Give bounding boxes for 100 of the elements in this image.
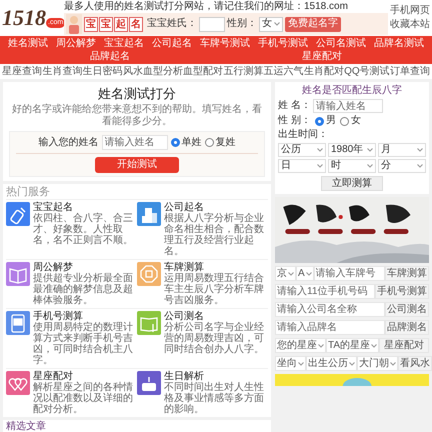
- radio-label: 单姓: [182, 136, 202, 148]
- calculate-button[interactable]: 立即测算: [321, 176, 383, 191]
- service-title[interactable]: 星座配对: [33, 371, 135, 382]
- reading-icon: [137, 311, 161, 335]
- surname-label: 宝宝姓氏：: [147, 18, 197, 30]
- caret-icon: [367, 164, 373, 168]
- subnav-link[interactable]: 生日密码: [82, 65, 123, 78]
- birth-time-label: 出生时间：: [278, 129, 329, 141]
- logo-text[interactable]: 1518: [2, 6, 46, 30]
- subnav-link[interactable]: QQ号测试: [344, 65, 390, 78]
- service-title[interactable]: 手机号测算: [33, 311, 135, 322]
- tool-select[interactable]: TA的星座: [326, 338, 380, 353]
- service-title[interactable]: 车牌测算: [164, 262, 266, 273]
- cake-icon: [137, 371, 161, 395]
- subnav-link[interactable]: 血型分析: [142, 65, 183, 78]
- nav-link[interactable]: 姓名测试: [5, 37, 51, 50]
- nav-link[interactable]: 品牌名测试: [371, 37, 427, 50]
- nav-link[interactable]: 手机号测试: [255, 37, 311, 50]
- nav-link[interactable]: 公司起名: [149, 37, 195, 50]
- nav-link[interactable]: 品牌起名: [87, 50, 133, 63]
- name-field[interactable]: 请输入姓名: [312, 99, 383, 113]
- tool-select[interactable]: 京: [275, 266, 296, 281]
- subnav-link[interactable]: 五行测算: [223, 65, 264, 78]
- header-link[interactable]: 收藏本站: [390, 19, 430, 31]
- tool-button[interactable]: 星座配对: [379, 338, 429, 353]
- radio-button[interactable]: [340, 116, 349, 126]
- caret-icon: [417, 148, 423, 152]
- radio-label: 复姓: [216, 136, 236, 148]
- gender-label: 性 别：: [278, 115, 311, 127]
- caret-icon: [371, 344, 378, 348]
- start-test-button[interactable]: 开始测试: [95, 157, 179, 173]
- name-test-description: 好的名字或许能给您带来意想不到的帮助。填写姓名，看看能得多少分。: [11, 104, 263, 128]
- caret-icon: [367, 148, 373, 152]
- subnav-link[interactable]: 星座查询: [2, 65, 42, 78]
- subnav-link[interactable]: 血型配对: [183, 65, 224, 78]
- hot-services-title: 热门服务: [6, 185, 51, 199]
- banner-tile: 宝: [99, 16, 113, 32]
- birth-select[interactable]: 时: [328, 159, 376, 173]
- subnav-link[interactable]: 订单查询: [390, 65, 430, 78]
- gender-select[interactable]: 女: [259, 16, 283, 32]
- service-description: 使用周易特定的数理计算方式来判断手机号吉凶，可同时结合机主八字。: [33, 322, 134, 366]
- tool-field[interactable]: 请输入11位手机号码: [275, 284, 375, 299]
- subnav-link[interactable]: 生肖查询: [42, 65, 82, 78]
- birth-select[interactable]: 分: [378, 159, 426, 173]
- tool-select[interactable]: A: [296, 266, 314, 281]
- tool-button[interactable]: 公司测名: [385, 302, 429, 317]
- service-title[interactable]: 公司起名: [164, 202, 266, 213]
- tool-field[interactable]: 请输入公司名全称: [275, 302, 385, 317]
- tool-field[interactable]: 请输入车牌号: [314, 266, 385, 281]
- nav-link[interactable]: 宝宝起名: [101, 37, 147, 50]
- tool-select[interactable]: 出生公历: [306, 356, 357, 371]
- banner-tile: 宝: [84, 16, 98, 32]
- header-link[interactable]: 手机网页: [390, 5, 430, 17]
- tool-select[interactable]: 坐向: [275, 356, 306, 371]
- tool-button[interactable]: 车牌测算: [385, 266, 429, 281]
- slogan: 最多人使用的姓名测试打分网站，请记住我们的网址：1518.com: [64, 1, 349, 13]
- banner-tile: 名: [129, 16, 143, 32]
- subnav-link[interactable]: 生肖配对: [304, 65, 344, 78]
- tool-button[interactable]: 手机号测算: [375, 284, 429, 299]
- bazi-title: 姓名是否匹配生辰八字: [301, 85, 403, 97]
- radio-button[interactable]: [170, 138, 180, 147]
- caret-icon: [317, 148, 323, 152]
- surname-field[interactable]: [199, 16, 225, 32]
- caret-icon: [318, 344, 324, 348]
- caret-icon: [288, 272, 294, 276]
- radio-label: 女: [350, 115, 361, 127]
- free-naming-button[interactable]: 免费起名字: [285, 16, 341, 32]
- birth-select[interactable]: 日: [278, 159, 326, 173]
- birth-select[interactable]: 月: [378, 143, 426, 157]
- name-label: 姓 名：: [278, 100, 311, 112]
- caret-icon: [417, 164, 423, 168]
- nav-link[interactable]: 车牌号测试: [197, 37, 253, 50]
- service-title[interactable]: 周公解梦: [33, 262, 135, 273]
- radio-button[interactable]: [314, 116, 324, 126]
- tool-button[interactable]: 品牌测名: [385, 320, 429, 335]
- service-title[interactable]: 生日解析: [164, 371, 266, 382]
- tool-select[interactable]: 您的星座: [275, 338, 326, 353]
- subnav-link[interactable]: 五运六气: [264, 65, 304, 78]
- building-icon: [137, 202, 161, 226]
- service-title[interactable]: 公司测名: [164, 311, 266, 322]
- service-description: 提供超专业分析最全面最准确的解梦信息及超棒体验服务。: [33, 273, 134, 306]
- tool-select[interactable]: 大门朝: [357, 356, 398, 371]
- subnav-link[interactable]: 风水: [122, 65, 143, 78]
- birth-select[interactable]: 公历: [278, 143, 326, 157]
- birth-select[interactable]: 1980年: [328, 143, 376, 157]
- service-description: 不同时间出生对人生性格及事业情感等多方面的影响。: [164, 382, 265, 415]
- gender-label: 性别：: [227, 18, 257, 30]
- radio-button[interactable]: [204, 138, 214, 147]
- nav-link[interactable]: 公司名测试: [313, 37, 369, 50]
- tool-field[interactable]: 请输入品牌名: [275, 320, 385, 335]
- bottle-icon: [6, 202, 30, 226]
- service-title[interactable]: 宝宝起名: [33, 202, 135, 213]
- caret-icon: [306, 272, 312, 276]
- articles-title: 精选文章: [6, 421, 46, 432]
- book-icon: [6, 262, 30, 286]
- nav-link[interactable]: 周公解梦: [53, 37, 99, 50]
- nav-link[interactable]: 星座配对: [299, 50, 345, 63]
- tool-button[interactable]: 看风水: [398, 356, 432, 371]
- name-test-title: 姓名测试打分: [98, 86, 176, 102]
- name-field[interactable]: 请输入姓名: [102, 135, 168, 150]
